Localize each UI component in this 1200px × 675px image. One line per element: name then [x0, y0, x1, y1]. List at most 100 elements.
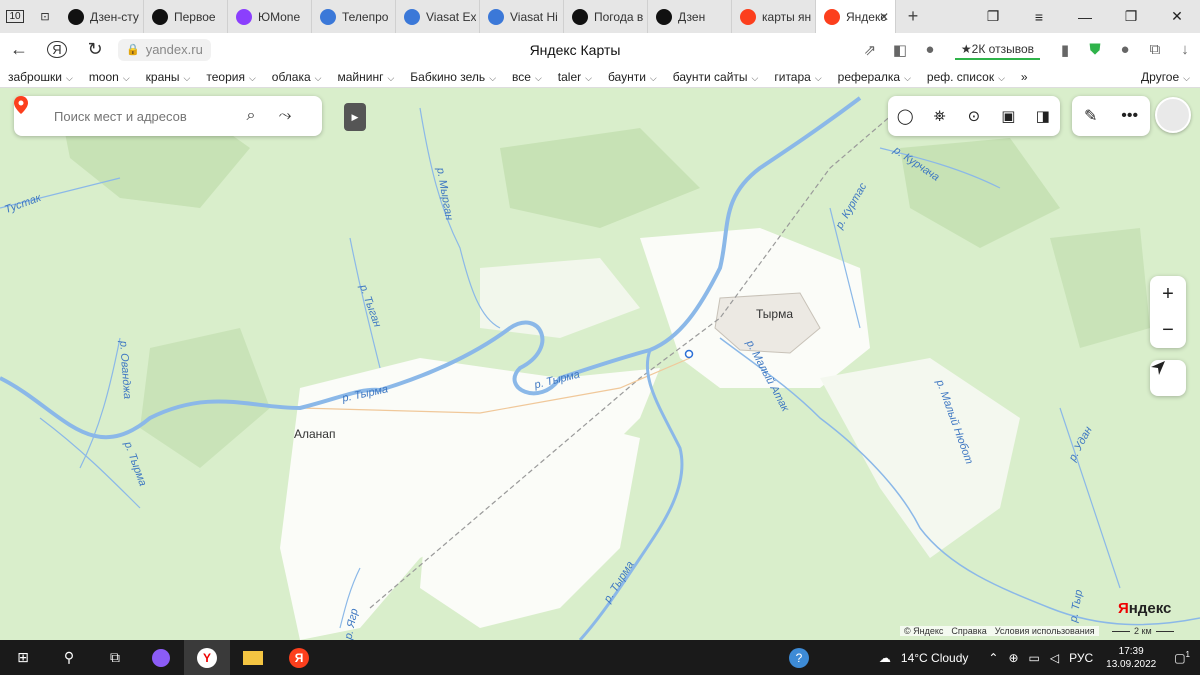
new-tab-button[interactable]: + [896, 6, 930, 27]
transport-icon[interactable]: ▣ [995, 103, 1021, 129]
downloads-icon[interactable]: ↓ [1170, 41, 1200, 58]
tab[interactable]: ЮMone [228, 0, 312, 33]
bookmark-folder[interactable]: Бабкино зель ⌵ [402, 70, 504, 84]
clock-time: 17:39 [1118, 645, 1144, 657]
bookmarks-other[interactable]: Другое ⌵ [1133, 70, 1200, 84]
yandex-icon [740, 8, 756, 25]
map-canvas[interactable]: Тырма Аланап р. Тырма р. Тырма р. Тырма … [0, 88, 1200, 640]
scale-label: 2 км [1134, 626, 1152, 636]
bookmark-folder[interactable]: taler ⌵ [550, 70, 600, 84]
bookmark-label: баунти [607, 69, 646, 84]
close-window-button[interactable]: ✕ [1154, 8, 1200, 25]
bookmarks-more[interactable]: » [1013, 70, 1036, 84]
url-field[interactable]: 🔒 yandex.ru [118, 38, 211, 61]
expand-panel-button[interactable]: ▶ [344, 103, 366, 131]
bookmark-folder[interactable]: moon ⌵ [81, 70, 138, 84]
new-window-icon[interactable]: ⊡ [30, 0, 60, 33]
minimize-button[interactable]: — [1062, 9, 1108, 25]
bookmark-folder[interactable]: реф. список ⌵ [919, 70, 1013, 84]
alice-icon[interactable]: ● [1110, 41, 1140, 58]
notifications-icon[interactable]: ▢1 [1164, 650, 1200, 665]
bookmark-folder[interactable]: гитара ⌵ [766, 70, 829, 84]
tabs-container: Дзен-сту Первое ЮMone Телепро Viasat Ex Viasa… [60, 0, 896, 33]
zen-icon [572, 8, 588, 25]
more-icon[interactable]: ••• [1121, 107, 1138, 125]
tools-toolbar: ✎ ••• [1072, 96, 1150, 136]
route-icon[interactable]: ⤳ [268, 107, 302, 125]
file-explorer-icon[interactable] [230, 640, 276, 675]
bookmark-folder[interactable]: все ⌵ [504, 70, 550, 84]
start-button[interactable]: ⊞ [0, 640, 46, 675]
tab-count-button[interactable]: 10 [0, 0, 30, 33]
battery-icon[interactable]: ▭ [1024, 651, 1045, 665]
camera-icon[interactable]: ⊙ [961, 103, 987, 129]
tray-expand-icon[interactable]: ⌃ [983, 651, 1003, 665]
bookmark-folder[interactable]: заброшки ⌵ [0, 70, 81, 84]
bookmark-folder[interactable]: краны ⌵ [138, 70, 199, 84]
tab[interactable]: карты ян [732, 0, 816, 33]
panorama-icon[interactable]: ⛯ [927, 103, 953, 129]
bookmark-label: заброшки [8, 69, 62, 84]
search-icon[interactable]: ⌕ [234, 107, 268, 125]
yandex-icon[interactable]: Я [276, 640, 322, 675]
town-label-tyrma[interactable]: Тырма [756, 307, 793, 321]
bookmark-folder[interactable]: теория ⌵ [198, 70, 263, 84]
menu-icon[interactable]: ≡ [1016, 9, 1062, 25]
tab-title: Первое [174, 9, 216, 24]
extension-icon[interactable]: ◧ [885, 41, 915, 59]
reload-button[interactable]: ↻ [76, 39, 114, 60]
help-icon[interactable]: ? [784, 647, 814, 668]
close-tab-icon[interactable]: ✕ [879, 10, 889, 24]
search-icon[interactable]: ⚲ [46, 640, 92, 675]
bookmark-label: облака [271, 69, 311, 84]
yandex-home-button[interactable]: Я [38, 41, 76, 58]
tab[interactable]: Телепро [312, 0, 396, 33]
weather-text[interactable]: 14°C Cloudy [896, 651, 974, 665]
tab[interactable]: Первое [144, 0, 228, 33]
tab[interactable]: Яндекс ✕ [816, 0, 896, 33]
bookmark-icon[interactable]: ▮ [1050, 41, 1080, 59]
bookmark-folder[interactable]: рефералка ⌵ [830, 70, 919, 84]
volume-icon[interactable]: ◁ [1045, 651, 1064, 665]
tab[interactable]: Погода в [564, 0, 648, 33]
notification-count: 1 [1185, 650, 1190, 659]
copyright: © Яндекс [904, 626, 944, 636]
bookmark-folder[interactable]: баунти ⌵ [600, 70, 665, 84]
tab[interactable]: Viasat Hi [480, 0, 564, 33]
collections-icon[interactable]: ❐ [970, 8, 1016, 25]
bookmark-folder[interactable]: облака ⌵ [264, 70, 330, 84]
zoom-in-button[interactable]: + [1150, 276, 1186, 312]
search-input[interactable] [54, 108, 234, 124]
cloud-icon[interactable]: ☁ [874, 651, 896, 665]
share-icon[interactable]: ⇗ [855, 41, 885, 59]
alice-icon[interactable] [138, 640, 184, 675]
bookmark-folder[interactable]: майнинг ⌵ [329, 70, 402, 84]
terms-link[interactable]: Условия использования [995, 626, 1095, 636]
tab-title: ЮMone [258, 9, 301, 24]
bookmark-folder[interactable]: баунти сайты ⌵ [665, 70, 767, 84]
language-indicator[interactable]: РУС [1064, 651, 1098, 665]
tab[interactable]: Viasat Ex [396, 0, 480, 33]
location-icon[interactable]: ● [915, 41, 945, 58]
zoom-out-button[interactable]: − [1150, 312, 1186, 348]
map-layers-icon[interactable]: ◨ [1030, 103, 1056, 129]
reviews-badge[interactable]: ★2К отзывов [954, 40, 1040, 60]
network-icon[interactable]: ⊕ [1003, 651, 1023, 665]
protect-shield-icon[interactable]: ⛊ [1080, 41, 1110, 58]
town-label-alanap[interactable]: Аланап [294, 427, 335, 441]
tab[interactable]: Дзен-сту [60, 0, 144, 33]
brand-first-letter: Я [1118, 600, 1129, 617]
avatar[interactable] [1155, 97, 1191, 133]
map-terrain [0, 88, 1200, 640]
restore-button[interactable]: ❐ [1108, 8, 1154, 25]
layers-icon[interactable]: ◯ [892, 103, 918, 129]
ruler-icon[interactable]: ✎ [1084, 106, 1097, 126]
extensions-icon[interactable]: ⧉ [1140, 41, 1170, 58]
yandex-browser-icon[interactable]: Y [184, 640, 230, 675]
clock[interactable]: 17:39 13.09.2022 [1098, 645, 1164, 671]
task-view-icon[interactable]: ⧉ [92, 640, 138, 675]
locate-button[interactable] [1150, 360, 1186, 396]
back-button[interactable]: ← [0, 39, 38, 60]
help-link[interactable]: Справка [951, 626, 986, 636]
tab[interactable]: Дзен [648, 0, 732, 33]
